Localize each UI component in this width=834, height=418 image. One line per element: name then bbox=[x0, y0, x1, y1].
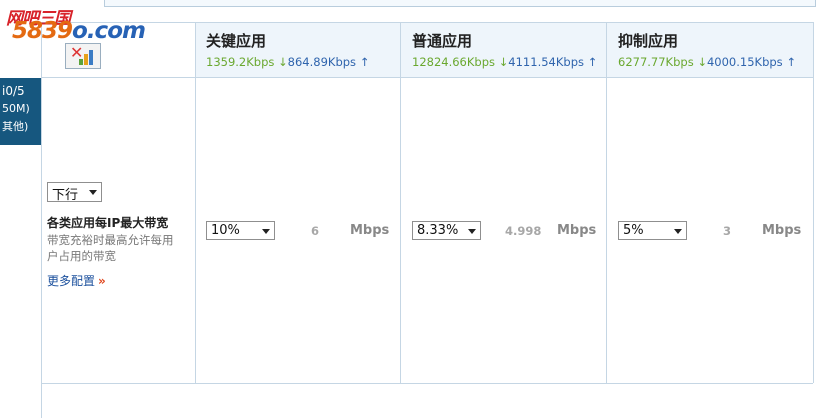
more-config-link[interactable]: 更多配置» bbox=[47, 272, 106, 289]
chevron-down-icon bbox=[262, 229, 270, 234]
sidebar-panel: i0/5 50M) 其他) bbox=[0, 78, 41, 145]
sidebar-line1: i0/5 bbox=[2, 84, 25, 98]
watermark-line2-b: o.com bbox=[72, 18, 146, 44]
double-chevron-right-icon: » bbox=[98, 274, 106, 288]
upload-rate: 12824.66Kbps ↓ bbox=[412, 55, 509, 69]
col-divider-4 bbox=[813, 22, 814, 383]
chevron-down-icon bbox=[468, 229, 476, 234]
col-divider-1 bbox=[195, 22, 196, 383]
upload-rate: 1359.2Kbps ↓ bbox=[206, 55, 288, 69]
col-divider-2 bbox=[400, 22, 401, 383]
critical-bandwidth-value: 6 bbox=[311, 224, 320, 238]
row-description: 带宽充裕时最高允许每用户占用的带宽 bbox=[47, 233, 174, 263]
col-header-normal: 普通应用 12824.66Kbps ↓4111.54Kbps ↑ bbox=[412, 30, 597, 69]
critical-percent-select[interactable]: 10% bbox=[206, 221, 275, 240]
col-header-critical: 关键应用 1359.2Kbps ↓864.89Kbps ↑ bbox=[206, 30, 369, 69]
select-value: 5% bbox=[623, 223, 644, 238]
select-value: 8.33% bbox=[417, 223, 459, 238]
watermark-logo: 网吧三国 5839o.com bbox=[2, 2, 146, 46]
col-header-suppressed: 抑制应用 6277.77Kbps ↓4000.15Kbps ↑ bbox=[618, 30, 796, 69]
row-bottom-divider bbox=[41, 383, 813, 384]
normal-percent-select[interactable]: 8.33% bbox=[412, 221, 481, 240]
sidebar-line3: 其他) bbox=[2, 120, 29, 133]
normal-bandwidth-unit: Mbps bbox=[557, 223, 597, 238]
top-tab-strip bbox=[104, 0, 816, 7]
col-title: 关键应用 bbox=[206, 32, 267, 50]
download-rate: 864.89Kbps ↑ bbox=[287, 55, 370, 69]
col-divider-3 bbox=[606, 22, 607, 383]
chevron-down-icon bbox=[89, 190, 97, 195]
download-rate: 4000.15Kbps ↑ bbox=[706, 55, 796, 69]
normal-bandwidth-value: 4.998 bbox=[505, 224, 542, 238]
suppressed-bandwidth-unit: Mbps bbox=[762, 223, 802, 238]
more-config-label: 更多配置 bbox=[47, 274, 96, 288]
suppressed-percent-select[interactable]: 5% bbox=[618, 221, 687, 240]
select-value: 10% bbox=[211, 223, 240, 238]
suppressed-bandwidth-value: 3 bbox=[723, 224, 732, 238]
upload-rate: 6277.77Kbps ↓ bbox=[618, 55, 707, 69]
chart-settings-icon[interactable]: ✕ bbox=[65, 43, 101, 69]
direction-select-value: 下行 bbox=[52, 188, 79, 203]
critical-bandwidth-unit: Mbps bbox=[350, 223, 390, 238]
chevron-down-icon bbox=[674, 229, 682, 234]
col-rate: 6277.77Kbps ↓4000.15Kbps ↑ bbox=[618, 55, 796, 69]
sidebar-line2: 50M) bbox=[2, 102, 30, 115]
col-title: 普通应用 bbox=[412, 32, 473, 50]
col-rate: 12824.66Kbps ↓4111.54Kbps ↑ bbox=[412, 55, 597, 69]
col-rate: 1359.2Kbps ↓864.89Kbps ↑ bbox=[206, 55, 369, 69]
watermark-line2-a: 5839 bbox=[12, 18, 73, 44]
header-divider bbox=[41, 77, 813, 78]
direction-select[interactable]: 下行 bbox=[47, 182, 102, 203]
watermark-line2: 5839o.com bbox=[12, 18, 146, 44]
col-title: 抑制应用 bbox=[618, 32, 679, 50]
download-rate: 4111.54Kbps ↑ bbox=[508, 55, 598, 69]
row-label: 各类应用每IP最大带宽 bbox=[47, 216, 169, 230]
